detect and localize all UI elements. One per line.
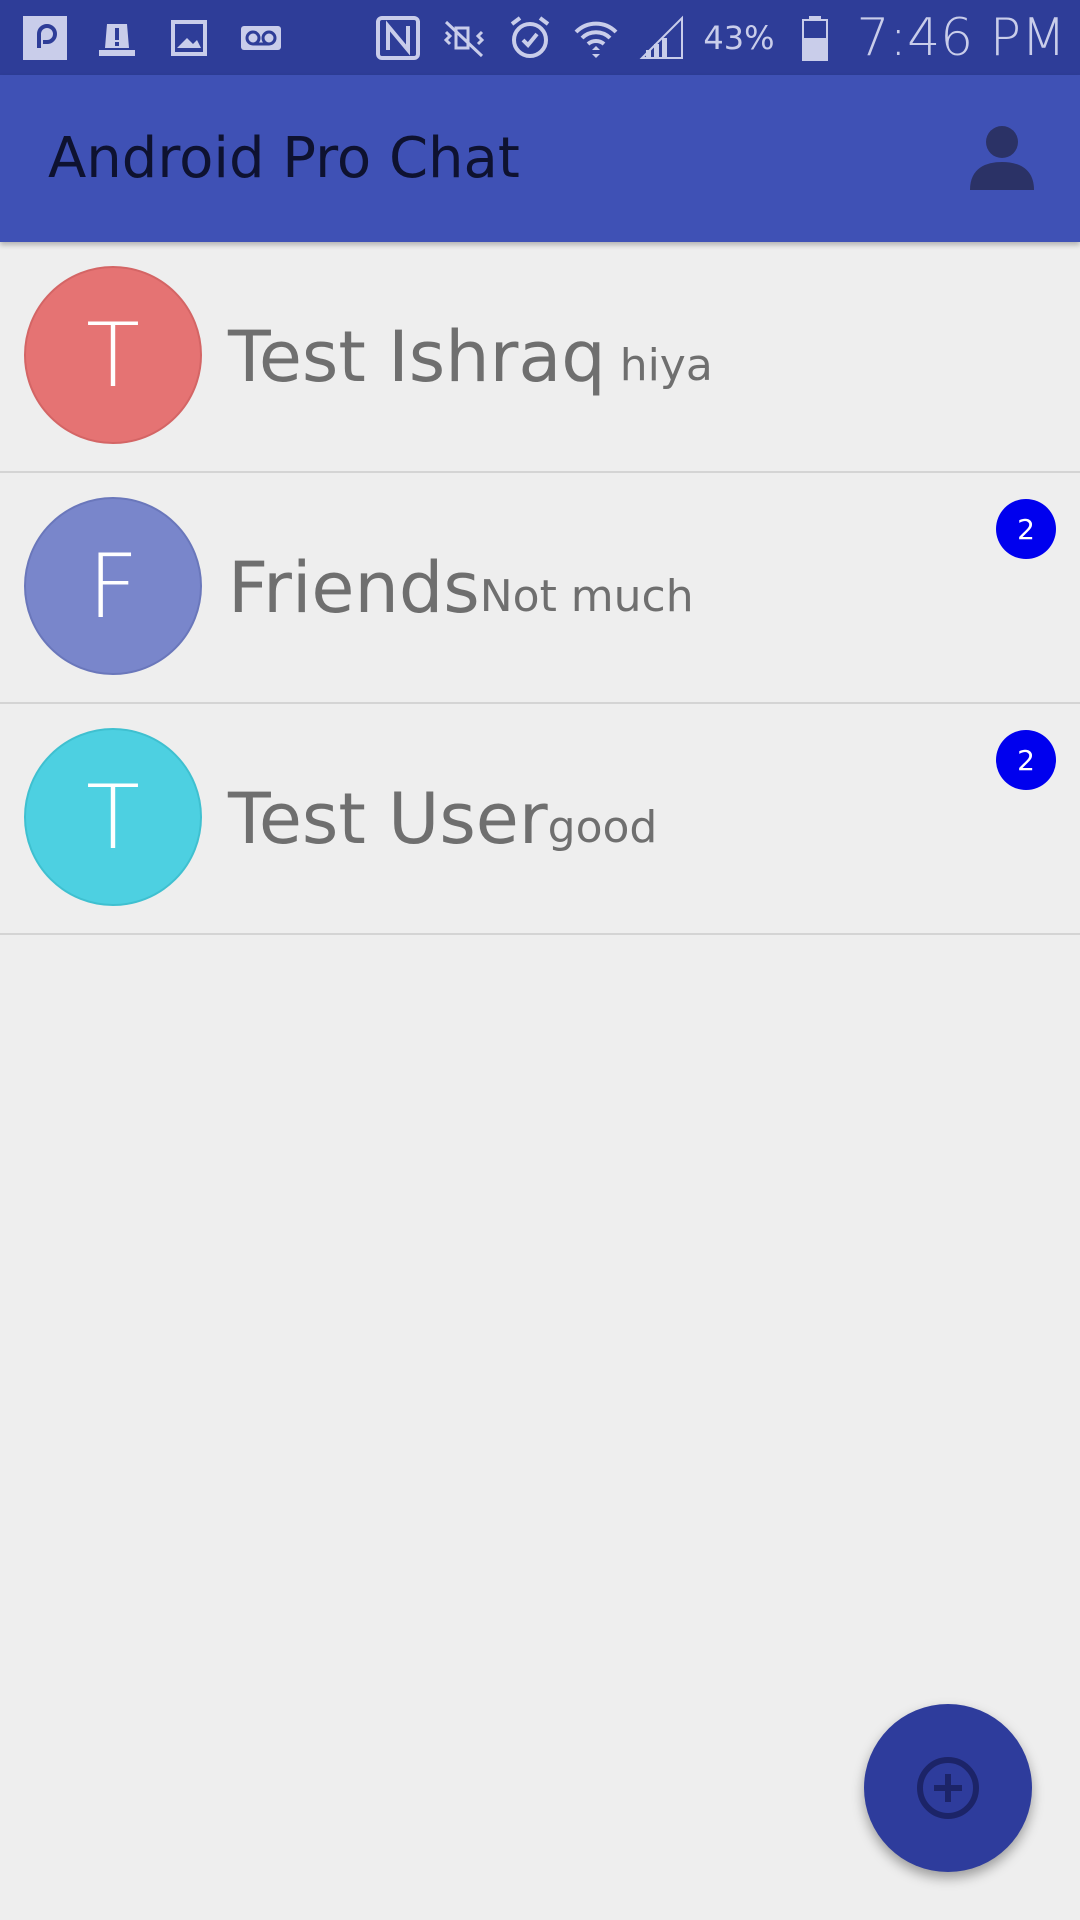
chat-preview: Not much	[479, 571, 694, 622]
avatar-initial: F	[87, 534, 139, 638]
avatar: T	[24, 266, 202, 444]
image-icon	[164, 13, 214, 63]
mute-icon	[439, 13, 489, 63]
avatar: F	[24, 497, 202, 675]
chat-text: Test Ishraq hiya	[228, 242, 713, 471]
avatar: T	[24, 728, 202, 906]
avatar-initial: T	[86, 765, 140, 869]
battery-percent: 43%	[703, 18, 775, 57]
alarm-icon	[505, 13, 555, 63]
system-icons: 43% 7:46 PM	[373, 0, 1066, 75]
chat-preview: hiya	[619, 340, 713, 391]
person-icon	[970, 126, 1034, 190]
chat-text: Test User good	[228, 704, 657, 933]
clock: 7:46 PM	[856, 7, 1066, 68]
app-notification-icon	[20, 13, 70, 63]
avatar-initial: T	[86, 303, 140, 407]
chat-text: Friends Not much	[228, 473, 694, 702]
unread-badge: 2	[996, 499, 1056, 559]
chat-list: T Test Ishraq hiya F Friends Not much 2 …	[0, 242, 1080, 935]
add-circle-icon	[917, 1757, 979, 1819]
signal-icon	[637, 13, 687, 63]
nfc-icon	[373, 13, 423, 63]
battery-icon	[790, 13, 840, 63]
voicemail-icon	[236, 13, 286, 63]
chat-item-test-ishraq[interactable]: T Test Ishraq hiya	[0, 242, 1080, 473]
notification-icons	[20, 0, 286, 75]
wifi-icon	[571, 13, 621, 63]
chat-item-friends[interactable]: F Friends Not much 2	[0, 473, 1080, 704]
status-bar: 43% 7:46 PM	[0, 0, 1080, 75]
app-title: Android Pro Chat	[48, 126, 520, 191]
chat-name: Friends	[228, 546, 480, 629]
unread-badge: 2	[996, 730, 1056, 790]
alert-icon	[92, 13, 142, 63]
chat-name: Test User	[228, 777, 548, 860]
new-chat-fab[interactable]	[864, 1704, 1032, 1872]
app-bar: Android Pro Chat	[0, 75, 1080, 242]
chat-preview: good	[547, 802, 658, 853]
profile-button[interactable]	[964, 120, 1040, 196]
chat-item-test-user[interactable]: T Test User good 2	[0, 704, 1080, 935]
chat-name: Test Ishraq	[228, 315, 606, 398]
